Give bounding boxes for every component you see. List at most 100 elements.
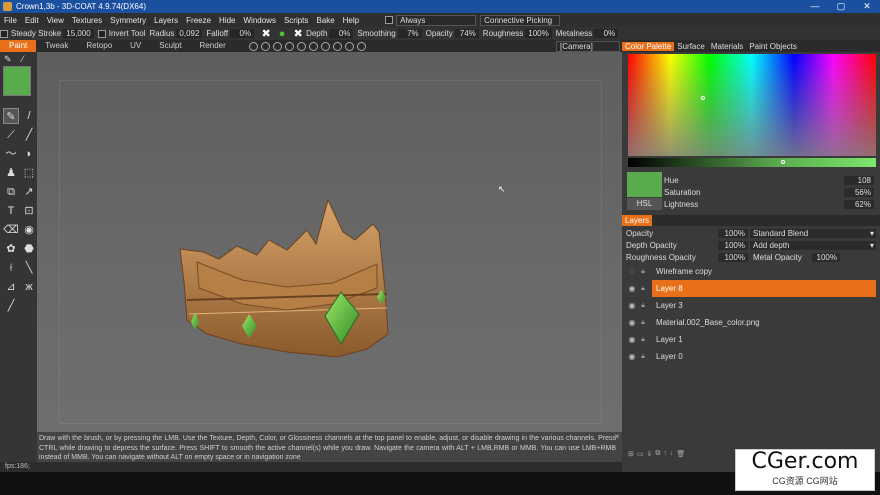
layers-tab[interactable]: Layers — [622, 215, 653, 226]
menu-freeze[interactable]: Freeze — [182, 16, 215, 25]
menu-windows[interactable]: Windows — [240, 16, 280, 25]
lock-icon[interactable]: 🔒︎ — [638, 319, 648, 327]
tab-tweak[interactable]: Tweak — [36, 40, 77, 52]
layer-row[interactable]: ◉ 🔒︎ Layer 3 — [626, 297, 876, 314]
menu-view[interactable]: View — [43, 16, 68, 25]
down-icon[interactable]: ↓ — [670, 450, 674, 458]
invert-tool-checkbox[interactable] — [97, 29, 106, 38]
layer-row[interactable]: ◉ 🔒︎ Material.002_Base_color.png — [626, 314, 876, 331]
menu-bake[interactable]: Bake — [312, 16, 338, 25]
opacity-control[interactable]: Opacity 74% — [426, 29, 479, 38]
line-icon[interactable]: ╱ — [21, 127, 37, 143]
texture-icon[interactable]: ✿ — [3, 241, 19, 257]
falloff-value[interactable]: 0% — [230, 29, 255, 38]
menu-hide[interactable]: Hide — [215, 16, 239, 25]
ruler-icon[interactable]: ⊿ — [3, 279, 19, 295]
menu-symmetry[interactable]: Symmetry — [106, 16, 150, 25]
picking-dropdown[interactable]: Connective Picking — [480, 14, 561, 26]
depth-opacity-value[interactable]: 100% — [718, 241, 748, 250]
camera-dropdown[interactable]: [Camera] — [556, 40, 620, 52]
crown-model[interactable] — [37, 52, 622, 432]
lightness-bar[interactable] — [628, 158, 876, 167]
knife-icon[interactable]: ╲ — [21, 260, 37, 276]
eyedropper-icon[interactable]: ✎ — [4, 54, 12, 65]
picker-icon[interactable]: ⟊ — [3, 260, 19, 276]
depth-mode-dropdown[interactable]: Add depth ▾ — [750, 241, 876, 250]
close-x-icon-2[interactable]: ✖ — [290, 27, 306, 40]
roughness-opacity-value[interactable]: 100% — [718, 253, 748, 262]
merge-icon[interactable]: ⇓ — [647, 450, 653, 458]
eye-icon[interactable]: ◉ — [626, 352, 638, 361]
viewport-3d[interactable]: ↖ — [37, 52, 622, 432]
eye-icon[interactable]: ◉ — [626, 301, 638, 310]
lightness-row[interactable]: Lightness 62% — [664, 199, 874, 209]
tab-paint-objects[interactable]: Paint Objects — [746, 42, 800, 51]
roughness-opacity-row[interactable]: Roughness Opacity 100% Metal Opacity 100% — [626, 252, 876, 263]
duplicate-icon[interactable]: ⧉ — [655, 450, 660, 458]
eye-icon[interactable]: ◉ — [626, 284, 638, 293]
up-icon[interactable]: ↑ — [663, 450, 667, 458]
measure-icon[interactable]: ╱ — [3, 298, 19, 314]
new-layer-icon[interactable]: ⊞ — [628, 450, 634, 458]
steady-stroke-value[interactable]: 15,000 — [63, 29, 94, 38]
menu-scripts[interactable]: Scripts — [280, 16, 312, 25]
curve-icon[interactable]: ↗ — [21, 184, 37, 200]
color-picker-field[interactable] — [628, 54, 876, 156]
tab-paint[interactable]: Paint — [0, 40, 37, 52]
blend-mode-dropdown[interactable]: Standard Blend ▾ — [750, 229, 876, 238]
pan-icon[interactable] — [308, 41, 318, 51]
layer-row[interactable]: ◉ 🔒︎ Layer 1 — [626, 331, 876, 348]
stroke-icon[interactable]: 〜 — [3, 146, 19, 162]
layer-row[interactable]: ◌ 🔒︎ Wireframe copy — [626, 263, 876, 280]
menu-textures[interactable]: Textures — [68, 16, 106, 25]
menu-help[interactable]: Help — [339, 16, 363, 25]
menu-edit[interactable]: Edit — [21, 16, 43, 25]
falloff-control[interactable]: Falloff 0% — [206, 29, 255, 38]
tab-render[interactable]: Render — [191, 40, 235, 52]
hsl-color-swatch[interactable] — [627, 172, 662, 197]
lock-icon[interactable]: 🔒︎ — [638, 268, 648, 276]
depth-value[interactable]: 0% — [329, 29, 354, 38]
layer-row[interactable]: ◉ 🔒︎ Layer 0 — [626, 348, 876, 365]
layer-opacity-row[interactable]: Opacity 100% Standard Blend ▾ — [626, 228, 876, 239]
stamp-icon[interactable]: ♟ — [3, 165, 19, 181]
maximize-button[interactable]: ▢ — [828, 1, 854, 12]
reset-icon[interactable] — [356, 41, 366, 51]
lock-icon[interactable]: 🔒︎ — [638, 353, 648, 361]
radius-value[interactable]: 0,092 — [176, 29, 203, 38]
picker-handle[interactable] — [701, 96, 705, 100]
saturation-value[interactable]: 56% — [844, 187, 874, 197]
eye-hidden-icon[interactable]: ◌ — [626, 267, 638, 276]
paint-brush-icon[interactable]: ✎ — [3, 108, 19, 124]
hue-row[interactable]: Hue 108 — [664, 175, 874, 185]
metalness-value[interactable]: 0% — [594, 29, 619, 38]
tab-surface[interactable]: Surface — [674, 42, 708, 51]
lightness-value[interactable]: 62% — [844, 199, 874, 209]
roughness-value[interactable]: 100% — [525, 29, 552, 38]
ortho-icon[interactable] — [344, 41, 354, 51]
grid-icon[interactable] — [272, 41, 282, 51]
brush-small-icon[interactable]: ⁄ — [22, 54, 24, 64]
eraser-icon[interactable]: ⌫ — [3, 222, 19, 238]
steady-stroke-checkbox[interactable] — [0, 29, 8, 38]
hint-close-icon[interactable]: ✕ — [614, 433, 620, 441]
lock-icon[interactable]: 🔒︎ — [638, 302, 648, 310]
always-dropdown[interactable]: Always — [396, 14, 477, 26]
minimize-button[interactable]: — — [802, 1, 828, 12]
close-x-icon[interactable]: ✖ — [258, 27, 274, 40]
depth-control[interactable]: Depth 0% — [306, 29, 354, 38]
text-icon[interactable]: T — [3, 203, 19, 219]
tab-uv[interactable]: UV — [121, 40, 150, 52]
current-color-swatch[interactable] — [3, 66, 31, 96]
lock-icon[interactable]: 🔒︎ — [638, 336, 648, 344]
light-icon[interactable] — [260, 41, 270, 51]
roughness-control[interactable]: Roughness 100% — [483, 29, 552, 38]
tab-color-palette[interactable]: Color Palette — [622, 41, 675, 51]
copy-icon[interactable]: ⧉ — [3, 184, 19, 200]
shading-icon[interactable] — [248, 41, 258, 51]
fit-icon[interactable] — [332, 41, 342, 51]
menu-file[interactable]: File — [0, 16, 21, 25]
steady-stroke-control[interactable]: Steady Stroke 15,000 — [0, 29, 94, 38]
hue-value[interactable]: 108 — [844, 175, 874, 185]
zoom-icon[interactable] — [320, 41, 330, 51]
